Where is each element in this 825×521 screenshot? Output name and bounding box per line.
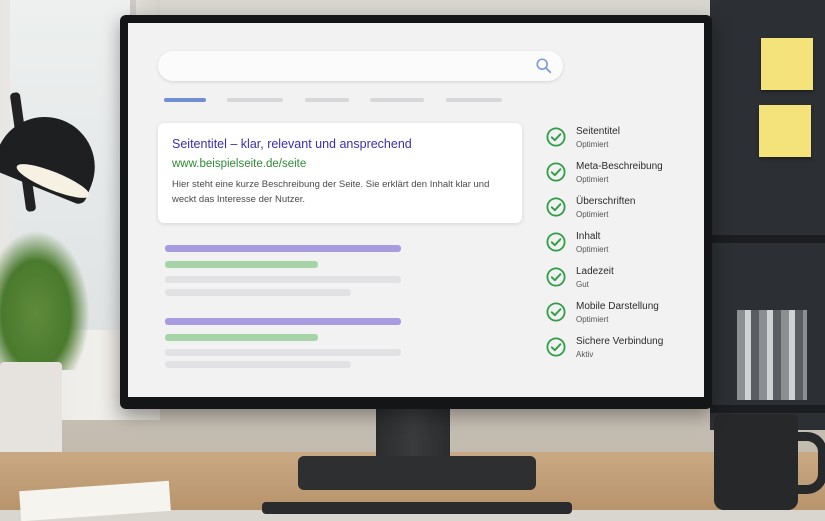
coffee-mug [714,414,798,510]
checklist-status: Optimiert [576,175,609,184]
monitor-stand [376,404,450,460]
checklist-item: Seitentitel Optimiert [546,126,696,156]
check-circle-icon [546,267,566,287]
checklist-status: Optimiert [576,245,609,254]
shelf-board [710,405,825,413]
checklist-item: Mobile Darstellung Optimiert [546,301,696,331]
books [737,310,807,400]
placeholder-result-text [165,349,401,356]
checklist-item: Meta-Beschreibung Optimiert [546,161,696,191]
checklist-status: Optimiert [576,210,609,219]
checklist-status: Optimiert [576,140,609,149]
checklist-label: Inhalt [576,231,601,242]
placeholder-result-title [165,245,401,252]
checklist-status: Gut [576,280,589,289]
tab-active[interactable] [164,98,206,102]
checklist-label: Meta-Beschreibung [576,161,663,172]
checklist-item: Sichere Verbindung Aktiv [546,336,696,366]
monitor: Seitentitel – klar, relevant und ansprec… [120,15,712,409]
result-title-link[interactable]: Seitentitel – klar, relevant und ansprec… [172,137,412,151]
search-input[interactable] [158,51,563,81]
placeholder-result-title [165,318,401,325]
check-circle-icon [546,232,566,252]
coffee-mug-handle [790,432,825,494]
checklist-status: Aktiv [576,350,594,359]
result-url[interactable]: www.beispielseite.de/seite [172,158,306,170]
tab[interactable] [305,98,349,102]
screen: Seitentitel – klar, relevant und ansprec… [128,23,704,397]
checklist-label: Mobile Darstellung [576,301,659,312]
tab[interactable] [370,98,424,102]
checklist-status: Optimiert [576,315,609,324]
plant [0,230,90,370]
search-icon[interactable] [535,57,553,75]
sticky-note [759,105,811,157]
check-circle-icon [546,197,566,217]
result-description: Hier steht eine kurze Beschreibung der S… [172,179,490,205]
background-shelf [710,0,825,430]
shelf-board [710,235,825,243]
placeholder-result-url [165,261,318,268]
placeholder-result-text [165,361,351,368]
check-circle-icon [546,302,566,322]
checklist-item: Ladezeit Gut [546,266,696,296]
sticky-note [761,38,813,90]
tab[interactable] [227,98,283,102]
checklist-label: Seitentitel [576,126,620,137]
search-result-card: Seitentitel – klar, relevant und ansprec… [158,123,522,223]
placeholder-result-text [165,289,351,296]
checklist-item: Überschriften Optimiert [546,196,696,226]
check-circle-icon [546,162,566,182]
checklist-label: Sichere Verbindung [576,336,664,347]
placeholder-result-url [165,334,318,341]
checklist-label: Ladezeit [576,266,614,277]
check-circle-icon [546,127,566,147]
checklist-label: Überschriften [576,196,636,207]
check-circle-icon [546,337,566,357]
keyboard [262,502,572,514]
checklist-item: Inhalt Optimiert [546,231,696,261]
placeholder-result-text [165,276,401,283]
monitor-stand-base [298,456,536,490]
tab[interactable] [446,98,502,102]
